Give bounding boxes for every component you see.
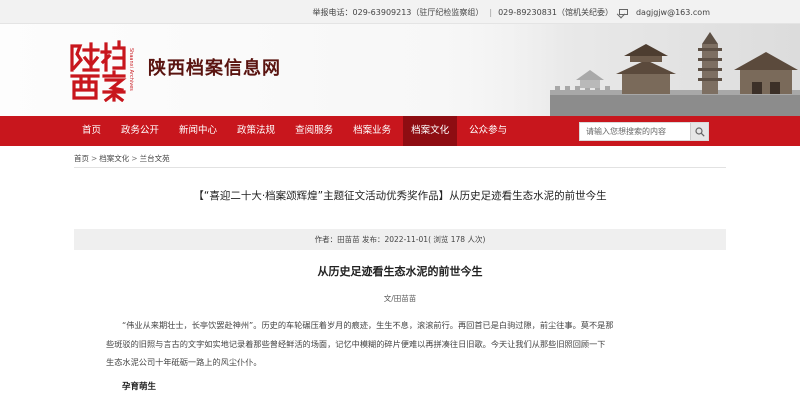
breadcrumb-divider — [74, 167, 726, 168]
article-author: 文/田苗苗 — [383, 294, 417, 303]
mail-icon — [618, 9, 628, 15]
paragraph-line: 些斑驳的旧照与言古的文字如实地记录着那些曾经鲜活的场面，记忆中模糊的碎片便难以再… — [106, 338, 606, 349]
contact-info: 举报电话：029-63909213（驻厅纪检监察组） | 029-8923083… — [313, 0, 710, 24]
breadcrumb-separator: > — [91, 154, 98, 163]
nav-item-policies[interactable]: 政策法规 — [229, 116, 283, 146]
nav-item-news-center[interactable]: 新闻中心 — [171, 116, 225, 146]
search-box — [579, 122, 709, 141]
breadcrumb-archive-culture[interactable]: 档案文化 — [99, 154, 129, 163]
search-icon — [694, 126, 705, 137]
nav-item-home[interactable]: 首页 — [74, 116, 109, 146]
article-paragraph: “伟业从来期壮士，长亭饮罢赴神州”。历史的车轮碾压着岁月的痕迹，生生不息，滚滚前… — [106, 316, 692, 372]
nav-item-archive-business[interactable]: 档案业务 — [345, 116, 399, 146]
breadcrumb-separator: > — [131, 154, 138, 163]
site-logo[interactable]: Shaanxi Archives — [68, 40, 142, 103]
main-nav: 首页 政务公开 新闻中心 政策法规 查阅服务 档案业务 档案文化 公众参与 — [0, 116, 800, 146]
article-title: 【“喜迎二十大·档案颂辉煌”主题征文活动优秀奖作品】从历史足迹看生态水泥的前世今… — [193, 190, 607, 202]
logo-seal-icon: Shaanxi Archives — [70, 40, 134, 103]
breadcrumb-home[interactable]: 首页 — [74, 154, 89, 163]
paragraph-line: 生态水泥公司十年砥砺一路上的风尘仆仆。 — [106, 357, 262, 367]
search-button[interactable] — [690, 123, 708, 140]
nav-item-government-affairs[interactable]: 政务公开 — [113, 116, 167, 146]
city-wall-skyline-image — [440, 24, 800, 116]
search-input[interactable] — [580, 123, 691, 140]
site-title: 陕西档案信息网 — [148, 58, 281, 79]
svg-text:Shaanxi Archives: Shaanxi Archives — [128, 48, 134, 91]
breadcrumb: 首页 > 档案文化 > 兰台文苑 — [74, 153, 170, 164]
site-header: Shaanxi Archives 陕西档案信息网 — [0, 24, 800, 116]
article-subtitle: 从历史足迹看生态水泥的前世今生 — [317, 265, 483, 278]
article-meta: 作者：田苗苗 发布：2022-11-01( 浏览 178 人次) — [74, 229, 726, 250]
report-email[interactable]: dagjgjw@163.com — [636, 8, 710, 17]
nav-list: 首页 政务公开 新闻中心 政策法规 查阅服务 档案业务 档案文化 公众参与 — [74, 116, 519, 146]
report-phone: 举报电话：029-63909213（驻厅纪检监察组） — [312, 7, 484, 17]
section-heading: 孕育萌生 — [122, 382, 157, 392]
contact-separator: | — [489, 7, 493, 17]
paragraph-line: “伟业从来期壮士，长亭饮罢赴神州”。历史的车轮碾压着岁月的痕迹，生生不息，滚滚前… — [122, 320, 614, 330]
nav-item-public-participation[interactable]: 公众参与 — [461, 116, 515, 146]
breadcrumb-lantai-wenyuan[interactable]: 兰台文苑 — [140, 154, 170, 163]
nav-item-lookup-services[interactable]: 查阅服务 — [287, 116, 341, 146]
nav-item-archive-culture[interactable]: 档案文化 — [403, 116, 458, 146]
report-phone-2: 029-89230831（馆机关纪委） — [498, 7, 613, 17]
top-bar: 举报电话：029-63909213（驻厅纪检监察组） | 029-8923083… — [0, 0, 800, 24]
